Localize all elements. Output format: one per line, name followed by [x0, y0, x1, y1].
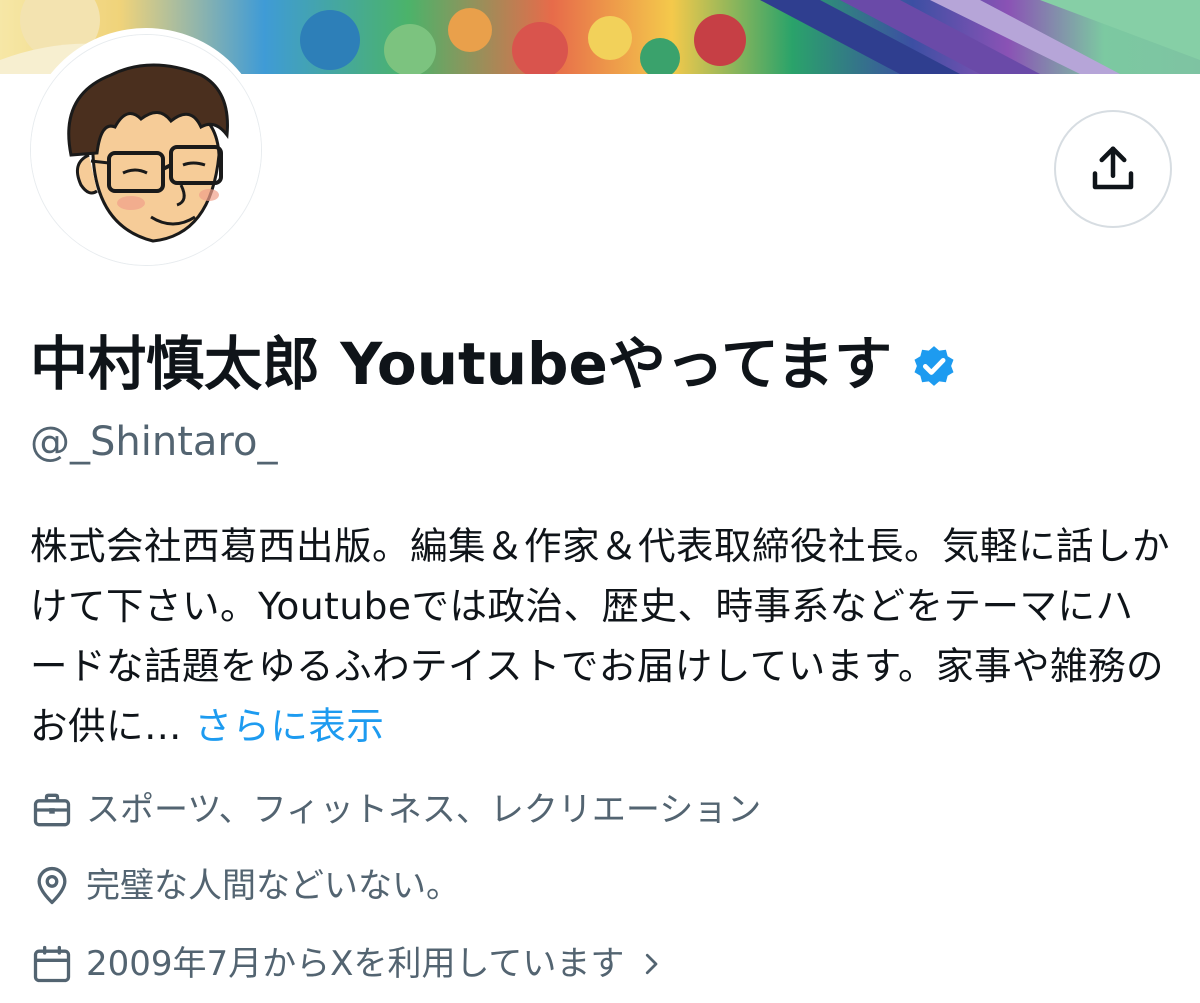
share-button[interactable]: [1054, 110, 1172, 228]
joined-text: 2009年7月からXを利用しています: [86, 944, 625, 984]
briefcase-icon: [33, 793, 71, 827]
verified-badge-icon[interactable]: [908, 340, 960, 392]
bio: 株式会社西葛西出版。編集＆作家＆代表取締役社長。気軽に話しかけて下さい。Yout…: [30, 516, 1170, 756]
share-icon: [1092, 146, 1134, 190]
avatar[interactable]: [30, 34, 262, 266]
name-row: 中村慎太郎 Youtubeやってます: [30, 322, 960, 406]
profile-location: 完璧な人間などいない。: [30, 862, 460, 910]
chevron-right-icon: [646, 953, 658, 975]
user-handle: @_Shintaro_: [30, 419, 278, 465]
joined-date[interactable]: 2009年7月からXを利用しています: [30, 940, 666, 988]
profile-category: スポーツ、フィットネス、レクリエーション: [30, 786, 761, 834]
avatar-portrait: [31, 35, 261, 265]
location-text: 完璧な人間などいない。: [86, 866, 460, 906]
category-text: スポーツ、フィットネス、レクリエーション: [86, 790, 762, 830]
avatar-ring: [24, 28, 268, 272]
show-more-link[interactable]: さらに表示: [194, 704, 384, 748]
calendar-icon: [33, 945, 71, 983]
display-name: 中村慎太郎 Youtubeやってます: [30, 330, 893, 398]
location-pin-icon: [37, 866, 67, 905]
